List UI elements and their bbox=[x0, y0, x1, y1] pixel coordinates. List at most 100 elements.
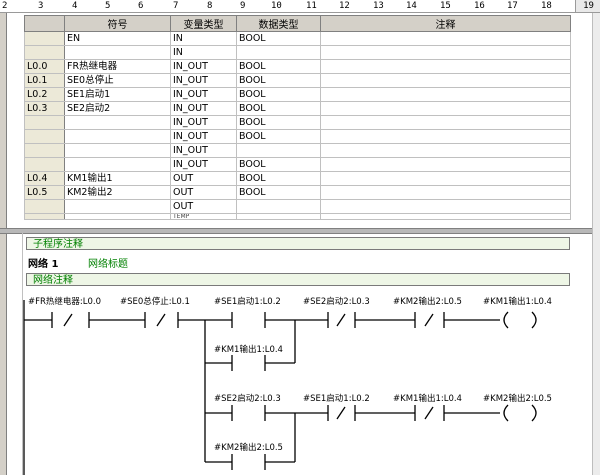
data-type-cell[interactable]: BOOL bbox=[236, 129, 321, 144]
symbol-cell[interactable]: SE1启动1 bbox=[64, 87, 171, 102]
comment-cell[interactable] bbox=[320, 115, 571, 130]
symbol-header[interactable]: 符号 bbox=[64, 15, 171, 32]
symbol-cell[interactable]: EN bbox=[64, 31, 171, 46]
table-row[interactable]: L0.1 SE0总停止 IN_OUT BOOL bbox=[24, 73, 571, 88]
coil-label[interactable]: #KM1输出1:L0.4 bbox=[483, 296, 552, 307]
contact-label[interactable]: #SE1启动1:L0.2 bbox=[303, 393, 370, 404]
data-type-cell[interactable]: BOOL bbox=[236, 73, 321, 88]
comment-header[interactable]: 注释 bbox=[320, 15, 571, 32]
var-type-cell[interactable]: IN bbox=[170, 45, 237, 60]
data-type-cell[interactable]: BOOL bbox=[236, 171, 321, 186]
comment-cell[interactable] bbox=[320, 171, 571, 186]
data-type-cell[interactable]: BOOL bbox=[236, 59, 321, 74]
comment-cell[interactable] bbox=[320, 73, 571, 88]
contact-label[interactable]: #SE2启动2:L0.3 bbox=[303, 296, 370, 307]
var-type-cell[interactable]: IN_OUT bbox=[170, 59, 237, 74]
symbol-cell[interactable]: KM2输出2 bbox=[64, 185, 171, 200]
data-type-cell[interactable]: BOOL bbox=[236, 185, 321, 200]
contact-label[interactable]: #SE1启动1:L0.2 bbox=[214, 296, 281, 307]
table-row[interactable]: L0.4 KM1输出1 OUT BOOL bbox=[24, 171, 571, 186]
contact-label[interactable]: #KM2输出2:L0.5 bbox=[393, 296, 462, 307]
symbol-cell[interactable] bbox=[64, 129, 171, 144]
network-label: 网络 1 bbox=[28, 259, 59, 270]
data-type-cell[interactable] bbox=[236, 45, 321, 60]
symbol-cell[interactable] bbox=[64, 143, 171, 158]
var-type-cell[interactable]: OUT bbox=[170, 199, 237, 214]
symbol-cell[interactable]: SE0总停止 bbox=[64, 73, 171, 88]
data-type-header[interactable]: 数据类型 bbox=[236, 15, 321, 32]
var-type-cell[interactable]: IN_OUT bbox=[170, 129, 237, 144]
table-row-partial: TEMP bbox=[24, 213, 571, 220]
data-type-cell[interactable]: BOOL bbox=[236, 101, 321, 116]
symbol-cell[interactable] bbox=[64, 157, 171, 172]
comment-cell[interactable] bbox=[320, 143, 571, 158]
data-type-cell bbox=[236, 213, 321, 220]
contact-label[interactable]: #FR热继电器:L0.0 bbox=[28, 296, 101, 307]
table-row[interactable]: EN IN BOOL bbox=[24, 31, 571, 46]
comment-cell[interactable] bbox=[320, 199, 571, 214]
table-row[interactable]: OUT bbox=[24, 199, 571, 214]
var-type-cell[interactable]: IN_OUT bbox=[170, 87, 237, 102]
table-row[interactable]: IN_OUT BOOL bbox=[24, 157, 571, 172]
data-type-cell[interactable]: BOOL bbox=[236, 115, 321, 130]
pane-splitter[interactable] bbox=[0, 228, 592, 234]
table-row[interactable]: IN_OUT BOOL bbox=[24, 129, 571, 144]
table-row[interactable]: IN_OUT BOOL bbox=[24, 115, 571, 130]
var-type-cell[interactable]: OUT bbox=[170, 171, 237, 186]
symbol-cell[interactable] bbox=[64, 199, 171, 214]
var-type-cell[interactable]: IN_OUT bbox=[170, 73, 237, 88]
table-row[interactable]: L0.3 SE2启动2 IN_OUT BOOL bbox=[24, 101, 571, 116]
symbol-cell[interactable]: SE2启动2 bbox=[64, 101, 171, 116]
network-comment[interactable]: 网络注释 bbox=[26, 273, 570, 286]
coil-label[interactable]: #KM2输出2:L0.5 bbox=[483, 393, 552, 404]
var-type-cell: TEMP bbox=[170, 213, 237, 220]
data-type-cell[interactable]: BOOL bbox=[236, 157, 321, 172]
comment-cell[interactable] bbox=[320, 59, 571, 74]
symbol-cell[interactable] bbox=[64, 45, 171, 60]
comment-cell[interactable] bbox=[320, 157, 571, 172]
subroutine-comment[interactable]: 子程序注释 bbox=[26, 237, 570, 250]
ruler-tick: 3 bbox=[38, 1, 44, 11]
data-type-cell[interactable]: BOOL bbox=[236, 87, 321, 102]
var-type-cell[interactable]: IN bbox=[170, 31, 237, 46]
table-row[interactable]: IN bbox=[24, 45, 571, 60]
symbol-cell[interactable]: FR热继电器 bbox=[64, 59, 171, 74]
var-type-header[interactable]: 变量类型 bbox=[170, 15, 237, 32]
comment-cell[interactable] bbox=[320, 101, 571, 116]
network-title[interactable]: 网络标题 bbox=[88, 255, 128, 270]
contact-label[interactable]: #KM1输出1:L0.4 bbox=[214, 344, 283, 355]
address-cell bbox=[24, 213, 65, 220]
ruler-tick: 6 bbox=[138, 1, 144, 11]
comment-cell[interactable] bbox=[320, 129, 571, 144]
var-type-cell[interactable]: IN_OUT bbox=[170, 115, 237, 130]
contact-label[interactable]: #KM1输出1:L0.4 bbox=[393, 393, 462, 404]
ruler-tick: 7 bbox=[173, 1, 179, 11]
comment-cell[interactable] bbox=[320, 185, 571, 200]
table-row[interactable]: L0.5 KM2输出2 OUT BOOL bbox=[24, 185, 571, 200]
symbol-cell[interactable] bbox=[64, 115, 171, 130]
var-type-cell[interactable]: IN_OUT bbox=[170, 157, 237, 172]
table-row[interactable]: L0.2 SE1启动1 IN_OUT BOOL bbox=[24, 87, 571, 102]
ruler-tick: 10 bbox=[271, 1, 282, 11]
var-type-cell[interactable]: IN_OUT bbox=[170, 101, 237, 116]
table-row[interactable]: L0.0 FR热继电器 IN_OUT BOOL bbox=[24, 59, 571, 74]
ladder-diagram[interactable]: #FR热继电器:L0.0 #SE0总停止:L0.1 #SE1启动1:L0.2 #… bbox=[0, 290, 600, 475]
data-type-cell[interactable]: BOOL bbox=[236, 31, 321, 46]
address-cell: L0.0 bbox=[24, 59, 65, 74]
var-type-cell[interactable]: IN_OUT bbox=[170, 143, 237, 158]
data-type-cell[interactable] bbox=[236, 199, 321, 214]
contact-label[interactable]: #SE0总停止:L0.1 bbox=[120, 296, 190, 307]
comment-cell[interactable] bbox=[320, 45, 571, 60]
var-type-cell[interactable]: OUT bbox=[170, 185, 237, 200]
address-cell bbox=[24, 157, 65, 172]
comment-cell[interactable] bbox=[320, 31, 571, 46]
ruler-tick: 2 bbox=[2, 1, 8, 11]
address-cell: L0.3 bbox=[24, 101, 65, 116]
data-type-cell[interactable] bbox=[236, 143, 321, 158]
contact-label[interactable]: #KM2输出2:L0.5 bbox=[214, 442, 283, 453]
ruler-tick-end: 19 bbox=[575, 0, 600, 12]
table-row[interactable]: IN_OUT bbox=[24, 143, 571, 158]
contact-label[interactable]: #SE2启动2:L0.3 bbox=[214, 393, 281, 404]
symbol-cell[interactable]: KM1输出1 bbox=[64, 171, 171, 186]
comment-cell[interactable] bbox=[320, 87, 571, 102]
